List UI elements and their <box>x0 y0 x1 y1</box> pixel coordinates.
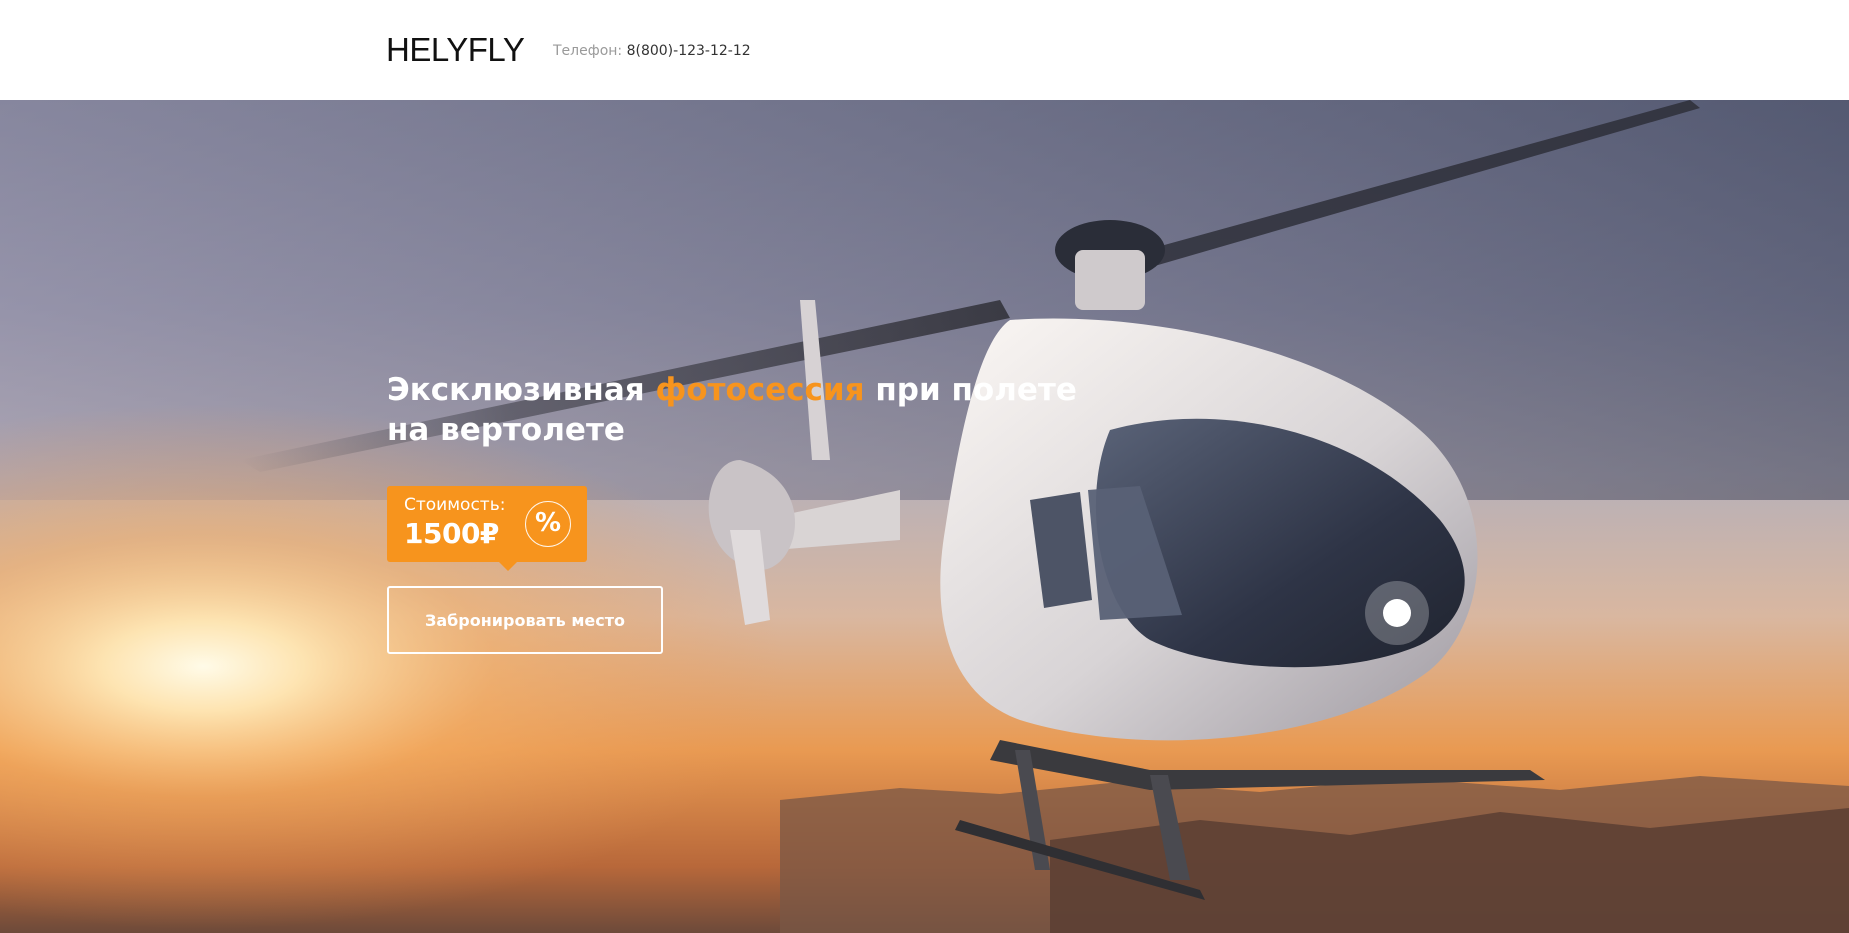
percent-icon: % <box>525 501 571 547</box>
helicopter-sunset-image <box>0 100 1849 933</box>
phone-number[interactable]: 8(800)-123-12-12 <box>627 43 751 59</box>
price-badge: Стоимость: 1500₽ % <box>387 486 587 571</box>
headline-text-start: Эксклюзивная <box>387 372 656 408</box>
price-label: Стоимость: <box>404 495 506 515</box>
hero-section: Эксклюзивная фотосессия при полете на ве… <box>0 100 1849 933</box>
price-value: 1500₽ <box>404 517 499 550</box>
headline-accent-text: фотосессия <box>655 372 865 408</box>
book-seat-button[interactable]: Забронировать место <box>387 586 663 654</box>
logo[interactable]: HELYFLY <box>386 30 525 70</box>
hero-headline: Эксклюзивная фотосессия при полете на ве… <box>387 370 1107 450</box>
site-header: HELYFLY Телефон: 8(800)-123-12-12 <box>0 0 1849 100</box>
phone-label: Телефон: <box>553 43 627 59</box>
phone-info: Телефон: 8(800)-123-12-12 <box>553 42 751 60</box>
